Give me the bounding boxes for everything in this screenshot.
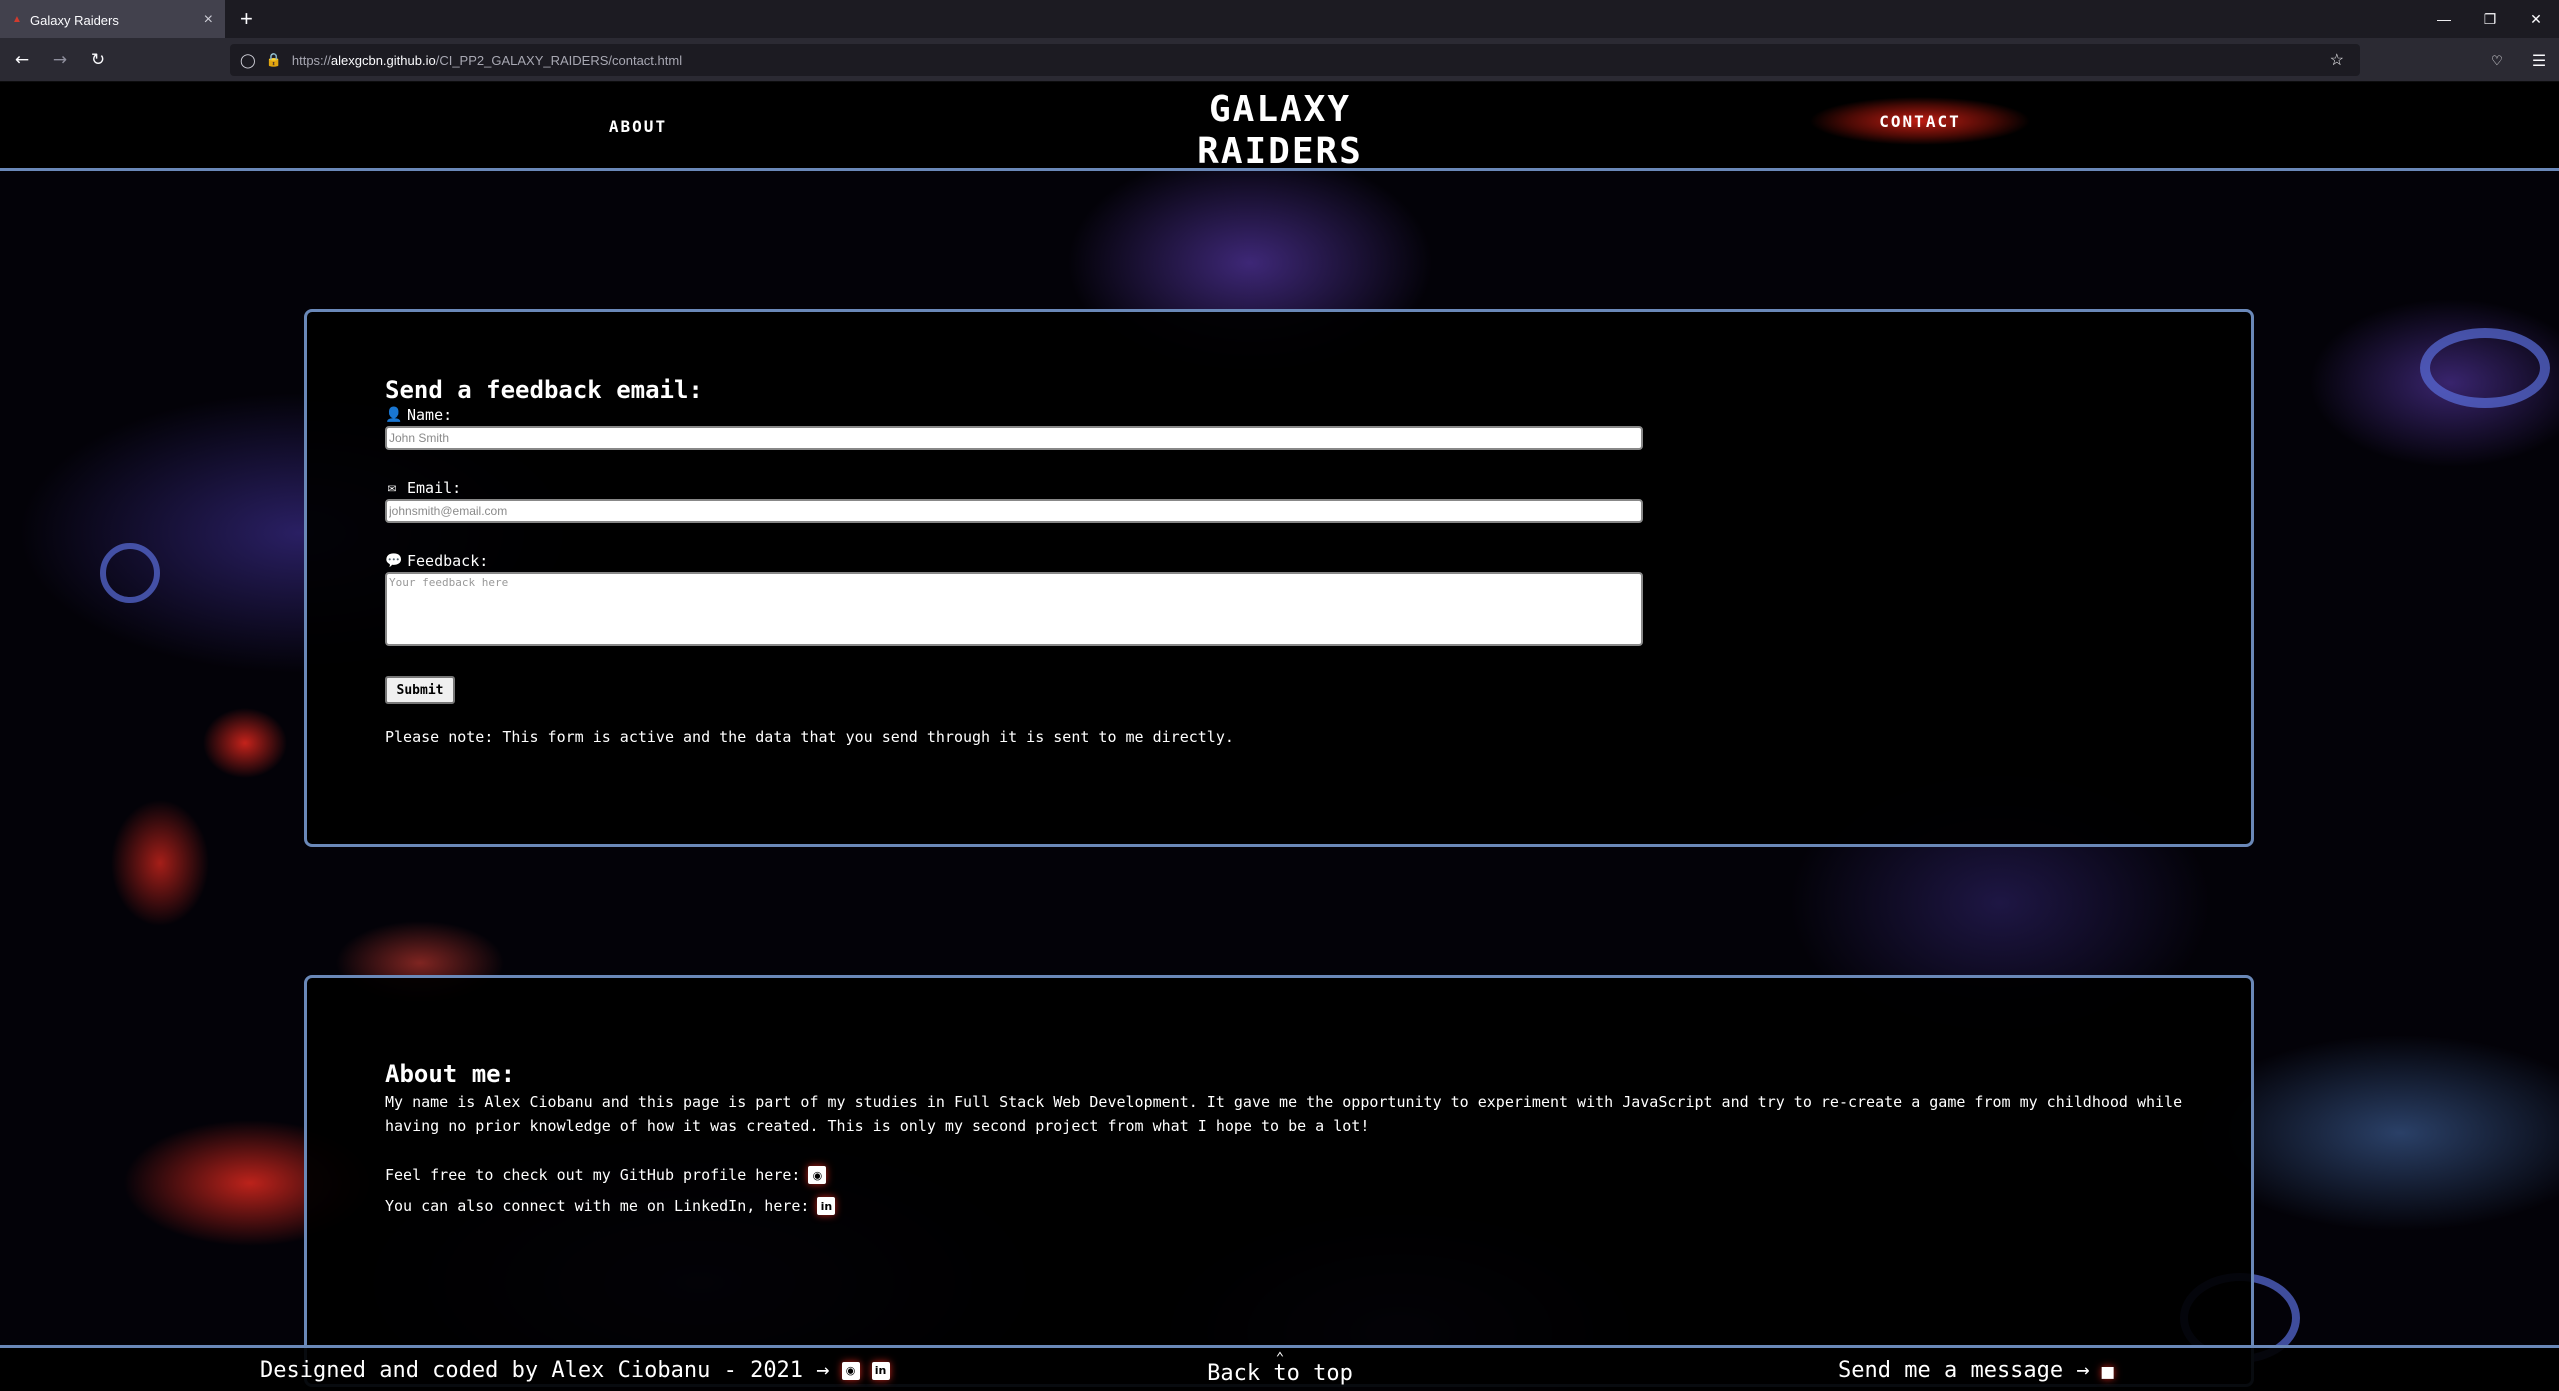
github-line-text: Feel free to check out my GitHub profile… [385,1166,801,1184]
site-header: ABOUT GALAXY RAIDERS CONTACT [0,83,2559,173]
envelope-icon: ✉ [387,480,397,496]
tab-title: Galaxy Raiders [30,12,119,28]
close-window-icon[interactable]: ✕ [2513,0,2559,38]
form-note: Please note: This form is active and the… [385,728,1234,746]
form-heading: Send a feedback email: [385,376,703,404]
feedback-label: 💬 Feedback: [385,552,488,570]
url-scheme: https:// [291,52,331,68]
lock-icon[interactable]: 🔒 [266,52,282,68]
window-controls: — ❐ ✕ [2421,0,2559,38]
nebula-ring [2420,328,2550,408]
forward-icon[interactable]: → [44,44,76,76]
minimize-icon[interactable]: — [2421,0,2467,38]
comment-icon: 💬 [385,553,403,569]
browser-tab-strip: ▲ Galaxy Raiders × + — ❐ ✕ [0,0,2559,38]
linkedin-icon[interactable]: in [871,1361,890,1380]
submit-button[interactable]: Submit [385,676,455,704]
send-message-text: Send me a message → [1838,1358,2090,1383]
close-tab-icon[interactable]: × [204,11,213,29]
browser-toolbar: ← → ↻ ◯ 🔒 https://alexgcbn.github.io/CI_… [0,38,2559,82]
github-icon[interactable]: ◉ [841,1361,860,1380]
nebula-ring [100,543,160,603]
email-label: ✉ Email: [385,479,461,497]
url-host: alexgcbn.github.io [330,52,436,68]
favicon-icon: ▲ [12,14,22,25]
feedback-form-panel: Send a feedback email: 👤 Name: ✉ Email: … [304,309,2254,847]
browser-tab[interactable]: ▲ Galaxy Raiders × [0,0,225,38]
menu-icon[interactable]: ☰ [2527,44,2551,76]
footer-credit-text: Designed and coded by Alex Ciobanu - 202… [260,1358,830,1383]
url-bar[interactable]: ◯ 🔒 https://alexgcbn.github.io/CI_PP2_GA… [230,44,2360,76]
back-to-top-link[interactable]: ⌃ Back to top [1200,1351,1360,1386]
site-footer: Designed and coded by Alex Ciobanu - 202… [0,1345,2559,1391]
back-icon[interactable]: ← [6,44,38,76]
email-input[interactable] [385,499,1643,523]
url-path: /CI_PP2_GALAXY_RAIDERS/contact.html [435,52,683,68]
new-tab-button[interactable]: + [240,6,253,32]
feedback-textarea[interactable] [385,572,1643,646]
site-logo[interactable]: GALAXY RAIDERS [1190,89,1370,173]
linkedin-line: You can also connect with me on LinkedIn… [385,1197,836,1215]
nav-contact-link[interactable]: CONTACT [1800,93,2040,149]
back-to-top-text: Back to top [1207,1361,1353,1386]
nav-about-link[interactable]: ABOUT [600,117,676,136]
logo-line-1: GALAXY [1208,89,1352,130]
chat-icon: ■ [2101,1358,2114,1383]
footer-credit: Designed and coded by Alex Ciobanu - 202… [260,1358,890,1383]
about-paragraph: My name is Alex Ciobanu and this page is… [385,1093,2183,1135]
name-label: 👤 Name: [385,406,452,424]
name-input[interactable] [385,426,1643,450]
shield-icon[interactable]: ◯ [240,52,256,69]
email-label-text: Email: [407,479,462,497]
page-viewport: ABOUT GALAXY RAIDERS CONTACT Send a feed… [0,83,2559,1391]
name-label-text: Name: [407,406,453,424]
restore-icon[interactable]: ❐ [2467,0,2513,38]
feedback-label-text: Feedback: [407,552,489,570]
bookmark-star-icon[interactable]: ☆ [2330,50,2344,70]
user-icon: 👤 [385,407,403,423]
github-line: Feel free to check out my GitHub profile… [385,1166,827,1184]
send-message-link[interactable]: Send me a message → ■ [1838,1358,2114,1383]
reload-icon[interactable]: ↻ [82,44,114,76]
pocket-icon[interactable]: ♡ [2485,44,2509,76]
about-heading: About me: [385,1060,516,1088]
linkedin-icon[interactable]: in [817,1197,836,1215]
github-icon[interactable]: ◉ [808,1166,827,1184]
toolbar-right: ♡ ☰ [2485,44,2551,76]
logo-line-2: RAIDERS [1197,131,1363,172]
about-panel: About me: My name is Alex Ciobanu and th… [304,975,2254,1387]
linkedin-line-text: You can also connect with me on LinkedIn… [385,1197,810,1215]
